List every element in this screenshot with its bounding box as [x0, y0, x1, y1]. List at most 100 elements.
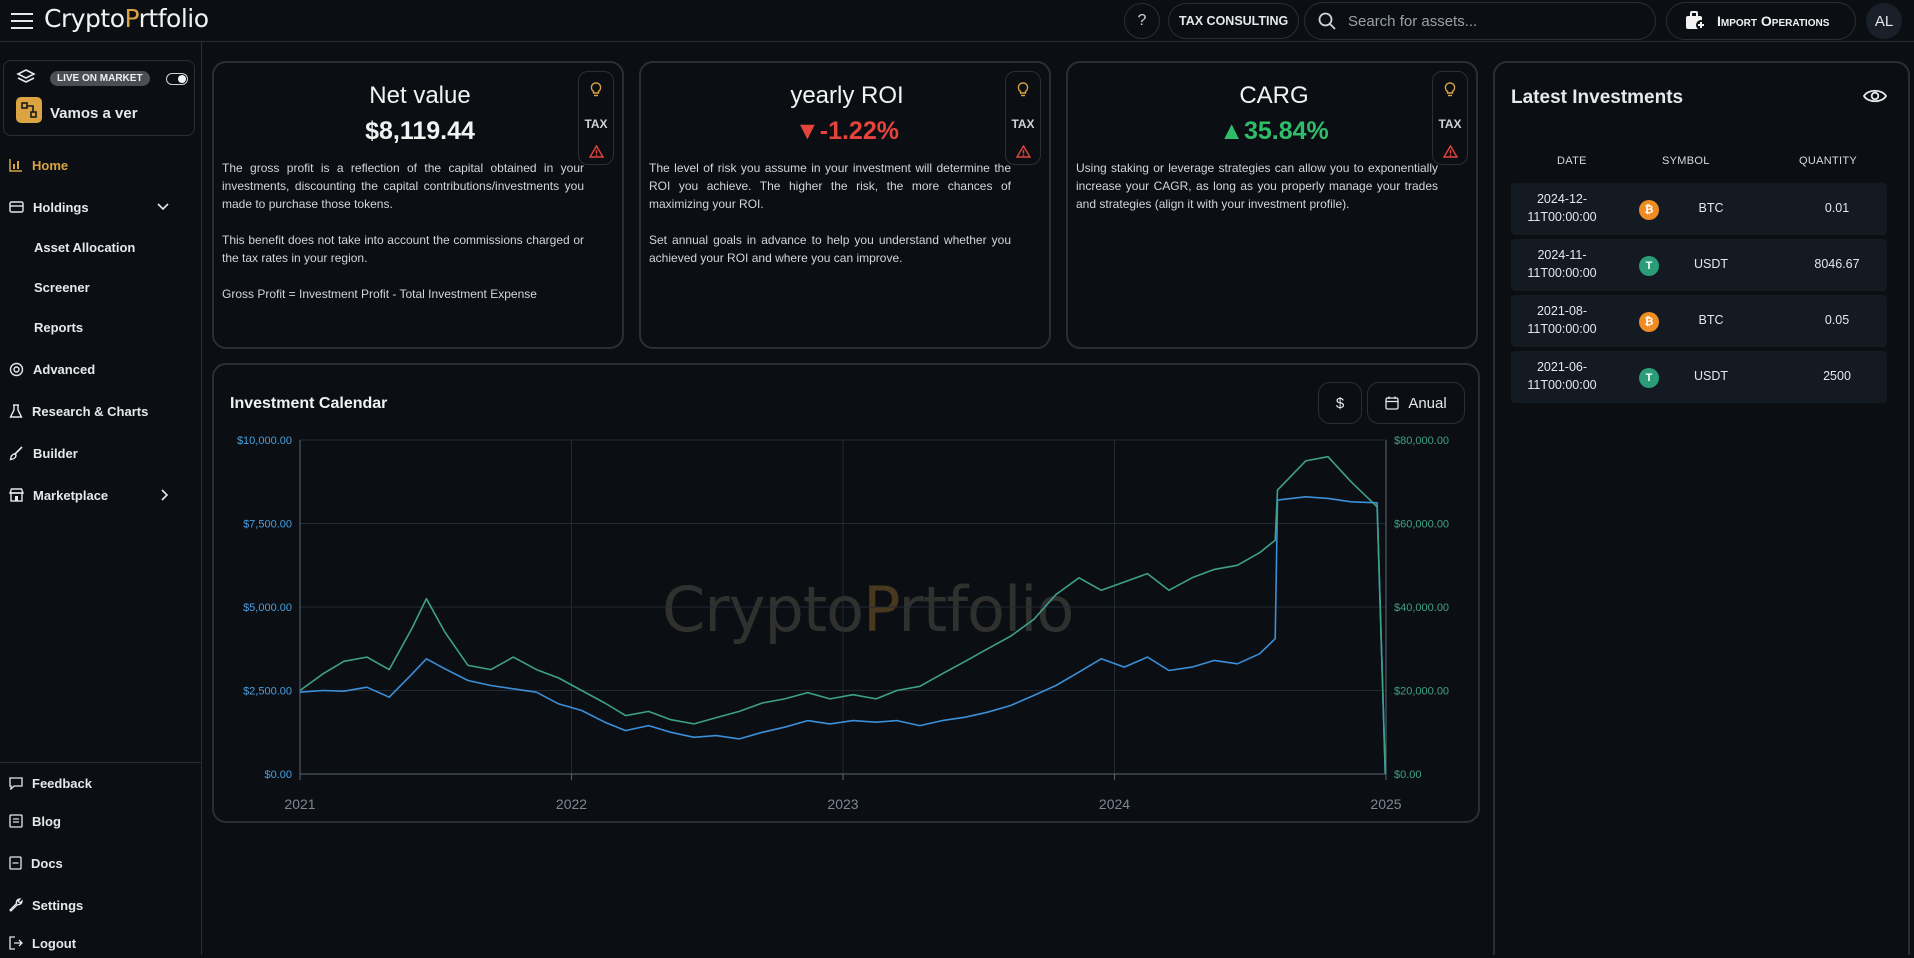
nav-reports[interactable]: Reports — [34, 315, 83, 339]
card-value: ▲35.84% — [1219, 117, 1329, 145]
investment-symbol: BTC — [1698, 313, 1724, 327]
help-button[interactable]: ? — [1124, 3, 1160, 39]
investment-symbol: USDT — [1693, 369, 1729, 383]
nav-research-charts[interactable]: Research & Charts — [0, 396, 200, 426]
card-title: CARG — [1239, 82, 1309, 109]
nav-settings[interactable]: Settings — [0, 890, 200, 920]
search-input[interactable] — [1348, 12, 1628, 30]
sidebar-divider — [0, 762, 202, 763]
card-title: Net value — [369, 82, 471, 109]
tax-label: TAX — [1438, 117, 1462, 131]
target-icon — [9, 362, 24, 376]
tax-info-panel[interactable]: TAX — [1432, 71, 1468, 165]
newspaper-icon — [9, 814, 23, 828]
investment-row[interactable]: 2021-06- 11T00:00:00 T USDT 2500 — [1511, 351, 1887, 403]
currency-toggle-button[interactable]: $ — [1318, 382, 1362, 424]
warning-icon[interactable] — [589, 145, 604, 158]
search-bar[interactable] — [1304, 2, 1656, 40]
calendar-icon — [1385, 396, 1399, 410]
investment-chart[interactable]: $0.00 $2,500.00 $5,000.00 $7,500.00 $10,000.… — [214, 365, 1478, 821]
brush-icon — [9, 445, 23, 460]
live-market-toggle[interactable] — [166, 73, 188, 85]
user-avatar[interactable]: AL — [1866, 3, 1902, 39]
tax-info-panel[interactable]: TAX — [1005, 71, 1041, 165]
nav-advanced[interactable]: Advanced — [0, 354, 200, 384]
chat-icon — [9, 776, 23, 790]
investment-date: 2024-11- 11T00:00:00 — [1527, 248, 1597, 280]
nav-home[interactable]: Home — [0, 150, 200, 180]
y-tick-label-left: $10,000.00 — [237, 435, 292, 447]
tax-label: TAX — [584, 117, 608, 131]
nav-screener[interactable]: Screener — [34, 275, 90, 299]
wrench-icon — [9, 898, 23, 912]
wallet-icon — [9, 201, 24, 213]
investment-quantity: 0.05 — [1824, 313, 1850, 327]
tax-consulting-button[interactable]: TAX CONSULTING — [1168, 3, 1300, 39]
nav-asset-allocation[interactable]: Asset Allocation — [34, 235, 135, 259]
x-tick-label: 2022 — [556, 796, 587, 812]
warning-icon[interactable] — [1443, 145, 1458, 158]
x-tick-label: 2024 — [1099, 796, 1130, 812]
y-tick-label-right: $60,000.00 — [1394, 519, 1449, 531]
import-operations-button[interactable]: Import Operations — [1666, 2, 1856, 40]
sidebar: LIVE ON MARKET Vamos a ver Home Holdings… — [0, 42, 202, 955]
card-description: The gross profit is a reflection of the … — [222, 161, 584, 301]
chart-title: Investment Calendar — [230, 395, 388, 412]
card-description: Using staking or leverage strategies can… — [1076, 161, 1438, 211]
card-description: The level of risk you assume in your inv… — [649, 161, 1011, 265]
x-tick-label: 2025 — [1370, 796, 1401, 812]
chevron-down-icon — [157, 203, 169, 211]
chevron-right-icon — [161, 489, 169, 501]
nav-holdings[interactable]: Holdings — [0, 192, 200, 222]
latest-investments-panel: Latest Investments DATE SYMBOL QUANTITY … — [1493, 61, 1910, 955]
bar-chart-icon — [9, 159, 22, 172]
nav-docs[interactable]: Docs — [0, 848, 200, 878]
card-value: $8,119.44 — [365, 117, 475, 145]
eye-icon[interactable] — [1863, 87, 1887, 105]
bitcoin-icon: ₿ — [1639, 200, 1659, 220]
nav-builder[interactable]: Builder — [0, 438, 200, 468]
tax-label: TAX — [1011, 117, 1035, 131]
bitcoin-icon: ₿ — [1639, 312, 1659, 332]
period-select-button[interactable]: Anual — [1367, 382, 1465, 424]
x-tick-label: 2021 — [284, 796, 315, 812]
top-bar: CryptoPrtfolio ? TAX CONSULTING Import O… — [0, 0, 1914, 42]
search-icon — [1318, 12, 1336, 30]
period-label: Anual — [1408, 394, 1447, 412]
y-tick-label-right: $0.00 — [1394, 769, 1422, 781]
y-tick-label-left: $5,000.00 — [243, 602, 292, 614]
y-tick-label-left: $7,500.00 — [243, 519, 292, 531]
lightbulb-icon[interactable] — [1017, 82, 1029, 98]
nav-logout[interactable]: Logout — [0, 928, 200, 958]
nav-marketplace[interactable]: Marketplace — [0, 480, 200, 510]
portfolio-icon — [16, 97, 42, 123]
app-logo[interactable]: CryptoPrtfolio — [44, 4, 209, 33]
card-value: ▼-1.22% — [795, 117, 899, 145]
nav-blog[interactable]: Blog — [0, 806, 200, 836]
cagr-card: CARG ▲35.84% Using staking or leverage s… — [1066, 61, 1478, 349]
investment-quantity: 0.01 — [1824, 201, 1850, 215]
tether-icon: T — [1639, 368, 1659, 388]
lightbulb-icon[interactable] — [590, 82, 602, 98]
investment-row[interactable]: 2024-11- 11T00:00:00 T USDT 8046.67 — [1511, 239, 1887, 291]
investment-row[interactable]: 2021-08- 11T00:00:00 ₿ BTC 0.05 — [1511, 295, 1887, 347]
nav-feedback[interactable]: Feedback — [0, 768, 200, 798]
warning-icon[interactable] — [1016, 145, 1031, 158]
column-header-quantity: QUANTITY — [1799, 155, 1858, 167]
lightbulb-icon[interactable] — [1444, 82, 1456, 98]
yearly-roi-card: yearly ROI ▼-1.22% The level of risk you… — [639, 61, 1051, 349]
column-header-date: DATE — [1557, 155, 1587, 167]
layers-icon — [16, 69, 36, 83]
import-operations-label: Import Operations — [1717, 13, 1830, 29]
y-tick-label-right: $40,000.00 — [1394, 602, 1449, 614]
tax-info-panel[interactable]: TAX — [578, 71, 614, 165]
investment-quantity: 2500 — [1823, 369, 1851, 383]
column-header-symbol: SYMBOL — [1662, 155, 1710, 167]
portfolio-selector[interactable]: LIVE ON MARKET Vamos a ver — [3, 60, 195, 136]
menu-icon[interactable] — [10, 11, 34, 31]
y-tick-label-right: $80,000.00 — [1394, 435, 1449, 447]
investment-row[interactable]: 2024-12- 11T00:00:00 ₿ BTC 0.01 — [1511, 183, 1887, 235]
investment-quantity: 8046.67 — [1814, 257, 1860, 271]
net-value-card: Net value $8,119.44 The gross profit is … — [212, 61, 624, 349]
investment-calendar-card: CryptoPrtfolio $0.00 $2,500.00 $5,000.00 $7… — [212, 363, 1480, 823]
